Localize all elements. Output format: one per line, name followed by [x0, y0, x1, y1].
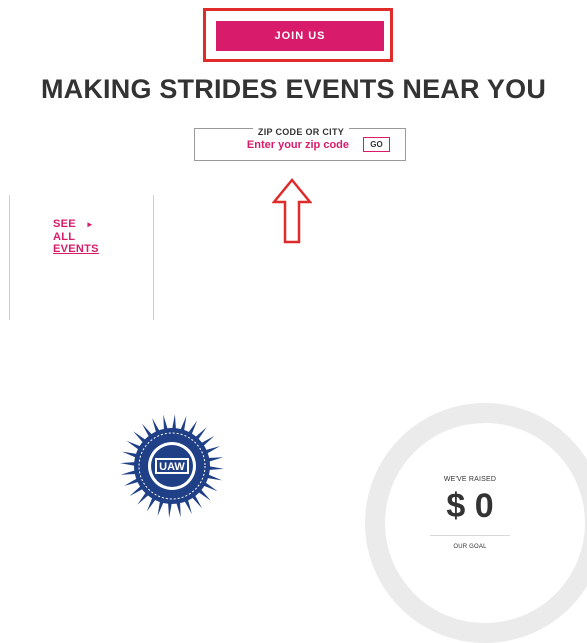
seal-spike — [172, 414, 176, 431]
divider — [430, 535, 510, 536]
divider — [9, 195, 10, 320]
zip-search-form: ZIP CODE OR CITY GO — [194, 127, 406, 161]
divider — [153, 195, 154, 320]
join-us-button[interactable]: JOIN US — [216, 21, 384, 51]
seal-spike — [120, 462, 137, 466]
seal-spike — [207, 466, 224, 470]
up-arrow-icon — [272, 178, 312, 244]
raised-label: WE'VE RAISED — [443, 476, 497, 483]
triangle-right-icon: ► — [85, 220, 95, 229]
go-button[interactable]: GO — [363, 137, 390, 152]
goal-label: OUR GOAL — [453, 544, 487, 550]
uaw-logo-icon: UAW — [120, 414, 224, 518]
zip-search-legend: ZIP CODE OR CITY — [252, 127, 350, 137]
zip-code-input[interactable] — [209, 137, 349, 153]
page-title: MAKING STRIDES EVENTS NEAR YOU — [40, 74, 547, 104]
see-all-events-link[interactable]: SEE ► ALL EVENTS — [53, 218, 133, 255]
uaw-logo-text: UAW — [159, 461, 185, 473]
seal-spike — [168, 501, 172, 518]
raised-amount: $ 0 — [446, 487, 494, 525]
